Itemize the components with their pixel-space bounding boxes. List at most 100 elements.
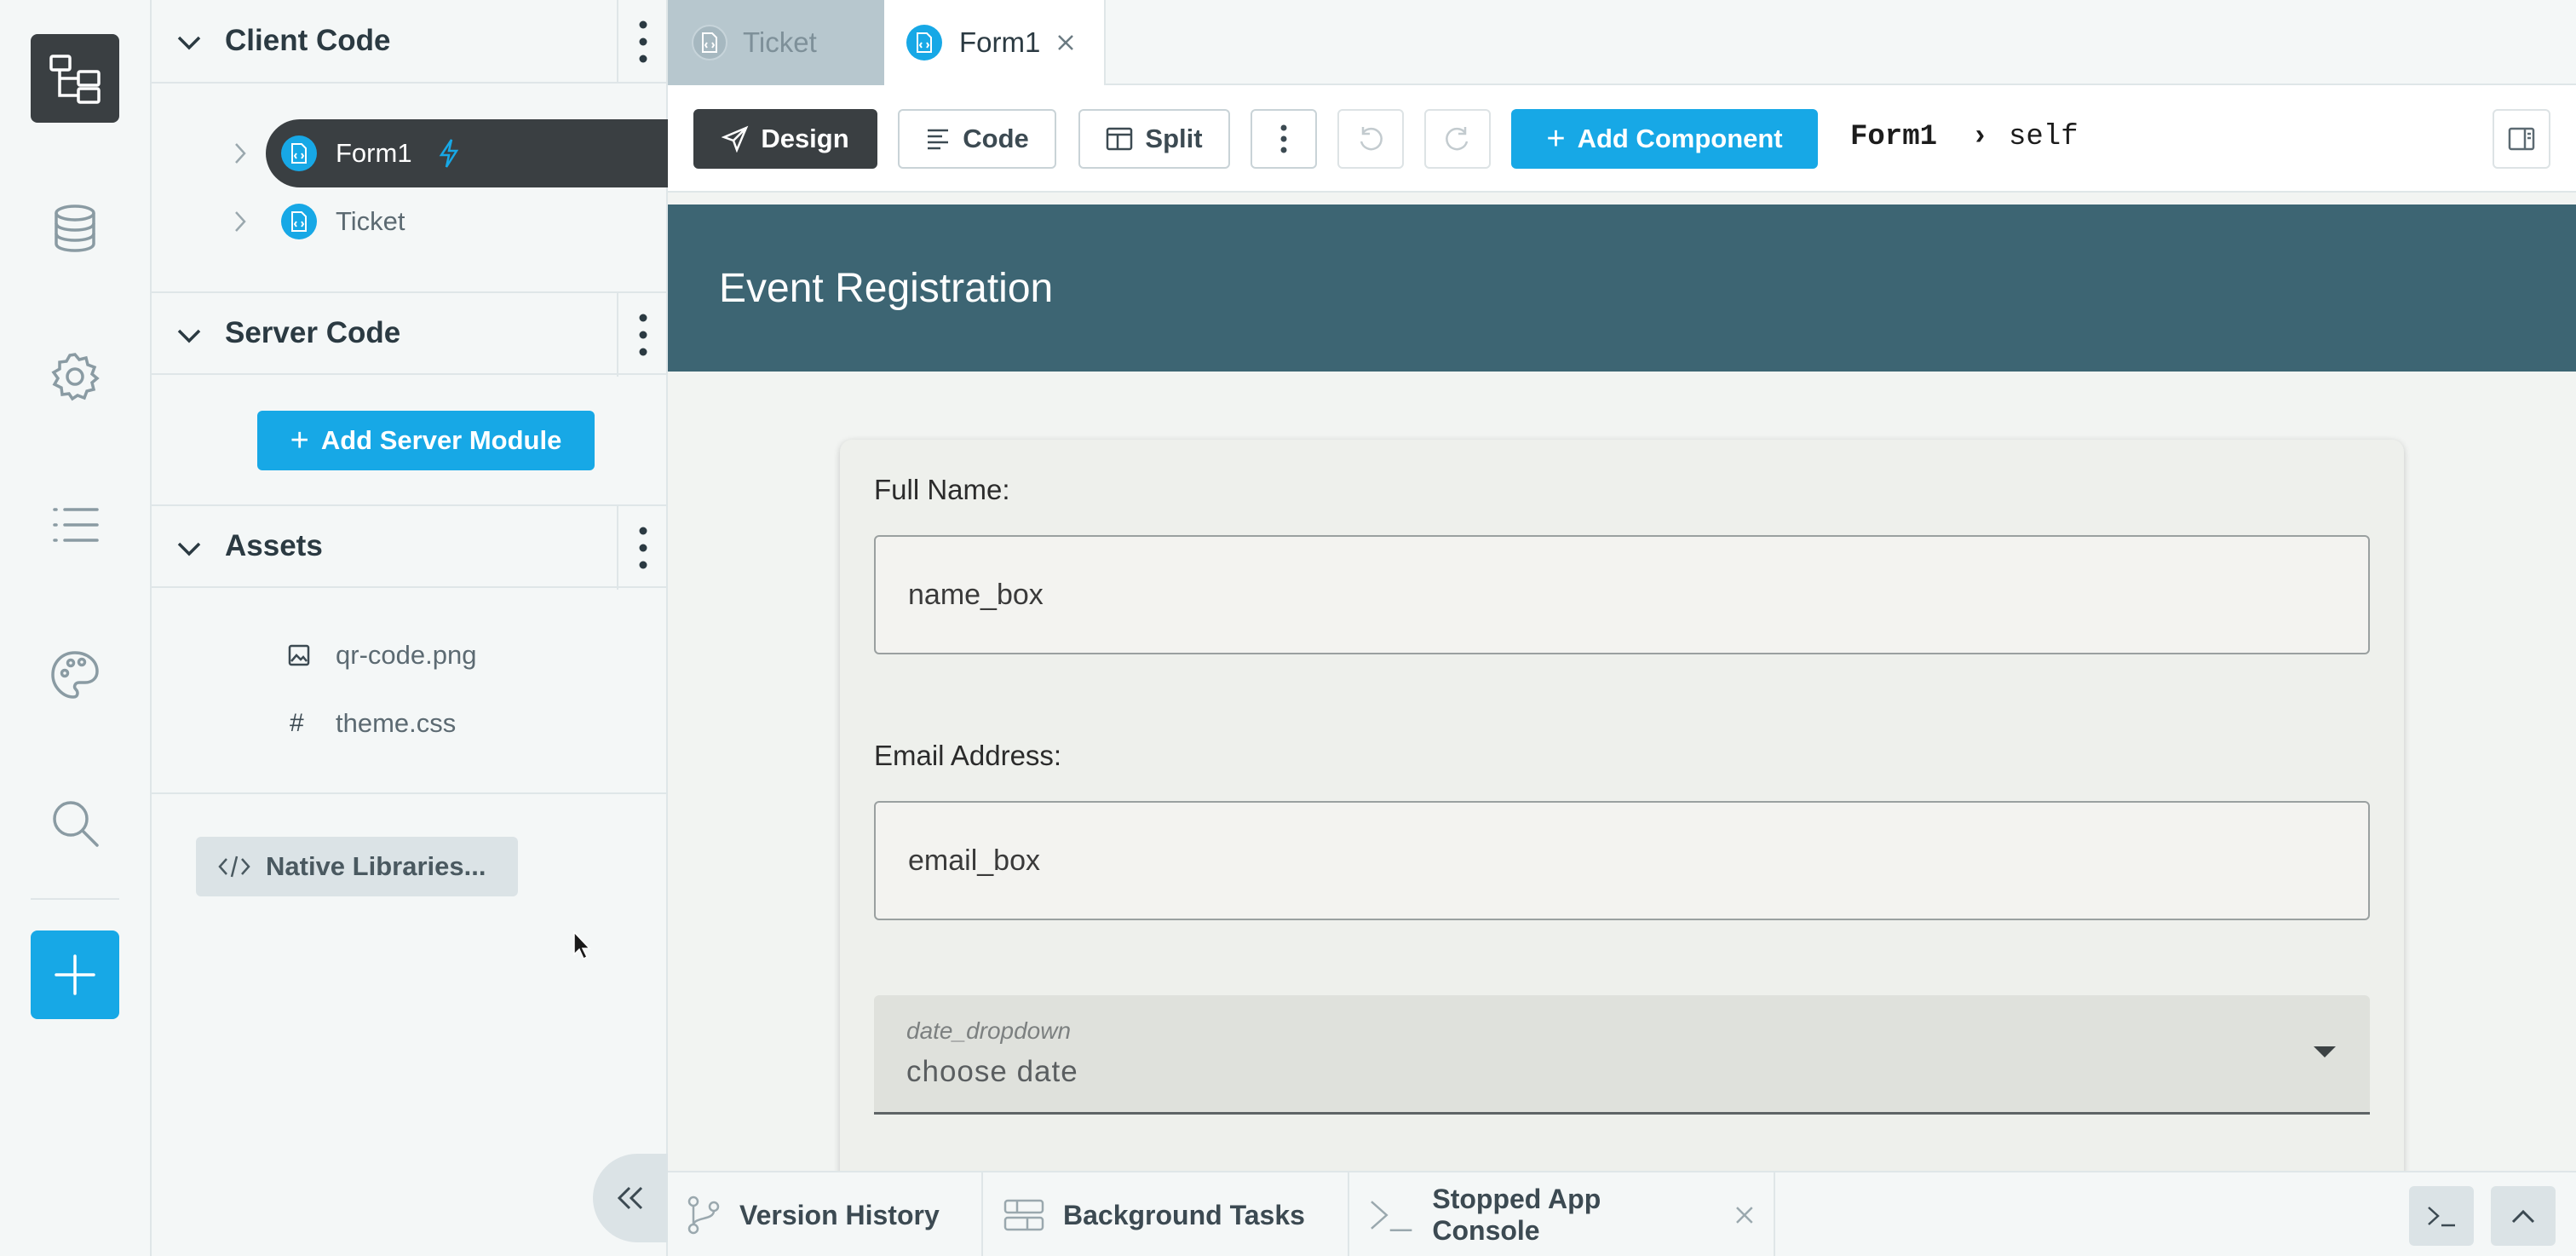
chevron-right-icon (235, 211, 246, 232)
section-title: Server Code (225, 316, 401, 349)
asset-label: qr-code.png (336, 640, 477, 670)
kebab-icon (1280, 124, 1287, 153)
tab-label: Form1 (959, 26, 1041, 58)
code-button[interactable]: Code (898, 109, 1056, 169)
text-box-value: email_box (908, 844, 1040, 877)
chevron-up-icon (2511, 1209, 2535, 1224)
section-divider (152, 792, 668, 794)
background-tasks-tab[interactable]: Background Tasks (983, 1172, 1349, 1256)
image-icon (288, 644, 310, 666)
client-code-menu-button[interactable] (617, 0, 668, 84)
button-label: Native Libraries... (266, 851, 486, 881)
mouse-cursor-icon (573, 930, 591, 960)
full-name-label[interactable]: Full Name: (874, 474, 1010, 506)
version-history-tab[interactable]: Version History (668, 1172, 983, 1256)
editor-toolbar: Design Code Split + Add Component Form1 … (668, 85, 2576, 193)
open-console-button[interactable] (2409, 1186, 2474, 1246)
close-icon[interactable] (1734, 1205, 1755, 1225)
chevron-down-icon (177, 542, 201, 556)
native-libraries-button[interactable]: Native Libraries... (196, 837, 518, 896)
database-icon[interactable] (31, 184, 119, 273)
split-view-icon (1107, 127, 1133, 151)
tree-item-form1[interactable]: Form1 (152, 120, 668, 187)
assets-section-header[interactable]: Assets (152, 504, 668, 590)
name-text-box[interactable]: name_box (874, 535, 2370, 654)
button-label: Design (761, 124, 849, 153)
kebab-icon (639, 314, 647, 356)
palette-icon[interactable] (31, 631, 119, 719)
collapse-panel-button[interactable] (593, 1154, 670, 1242)
form-header[interactable]: Event Registration (668, 205, 2576, 372)
add-component-button[interactable]: + Add Component (1511, 109, 1818, 169)
design-button[interactable]: Design (693, 109, 877, 169)
tab-label: Background Tasks (1063, 1199, 1305, 1230)
form-icon (692, 25, 727, 60)
undo-icon (1360, 127, 1383, 151)
search-icon[interactable] (31, 779, 119, 867)
gear-icon[interactable] (31, 332, 119, 421)
design-canvas: Event Registration Full Name: name_box E… (668, 193, 2576, 1171)
app-window: Client Code Form1 Ticket Server Code + A… (0, 0, 2576, 1256)
split-button[interactable]: Split (1078, 109, 1230, 169)
server-code-menu-button[interactable] (617, 293, 668, 377)
expand-bottom-panel-button[interactable] (2491, 1186, 2556, 1246)
dropdown-label: date_dropdown (906, 1017, 1072, 1044)
tab-label: Stopped App Console (1432, 1184, 1601, 1246)
double-chevron-left-icon (617, 1186, 643, 1210)
assets-menu-button[interactable] (617, 506, 668, 590)
redo-icon (1446, 127, 1469, 151)
toggle-properties-panel-button[interactable] (2493, 109, 2550, 169)
terminal-icon (1371, 1201, 1412, 1232)
plus-icon: + (1546, 121, 1566, 157)
more-options-button[interactable] (1251, 109, 1317, 169)
text-lines-icon (928, 129, 949, 150)
tab-label: Version History (739, 1199, 940, 1230)
email-address-label[interactable]: Email Address: (874, 740, 1061, 772)
button-label: Add Server Module (320, 425, 562, 455)
tab-label: Ticket (743, 26, 817, 58)
tab-ticket[interactable]: Ticket (668, 0, 884, 85)
app-console-tab[interactable]: Stopped App Console (1349, 1172, 1775, 1256)
chevron-right-icon (235, 143, 246, 164)
tab-form1[interactable]: Form1 (884, 0, 1106, 85)
chevron-down-icon (177, 36, 201, 50)
redo-button[interactable] (1424, 109, 1491, 169)
asset-item-qr-code[interactable]: qr-code.png (152, 622, 668, 688)
email-text-box[interactable]: email_box (874, 801, 2370, 920)
add-feature-button[interactable] (31, 930, 119, 1019)
date-dropdown[interactable]: date_dropdown choose date (874, 995, 2370, 1115)
list-icon[interactable] (31, 481, 119, 569)
git-branch-icon (687, 1196, 720, 1235)
app-browser-icon[interactable] (31, 34, 119, 123)
dropdown-arrow-icon (2314, 1046, 2336, 1057)
tree-item-ticket[interactable]: Ticket (152, 188, 668, 255)
form-header-title[interactable]: Event Registration (719, 265, 1053, 312)
client-code-section-header[interactable]: Client Code (152, 0, 668, 84)
hash-icon: # (290, 709, 304, 737)
editor: Ticket Form1 Design Code Split + Add Com… (668, 0, 2576, 1256)
close-icon[interactable] (1056, 33, 1075, 52)
breadcrumb-separator: › (1971, 121, 1989, 153)
form-icon (281, 204, 317, 239)
dropdown-value: choose date (906, 1055, 1078, 1088)
kebab-icon (639, 527, 647, 569)
bottom-bar: Version History Background Tasks Stopped… (668, 1171, 2576, 1256)
app-browser-panel: Client Code Form1 Ticket Server Code + A… (152, 0, 670, 1256)
button-label: Add Component (1577, 124, 1783, 153)
breadcrumb-form[interactable]: Form1 (1850, 121, 1937, 153)
plus-icon (55, 954, 95, 995)
form-card[interactable]: Full Name: name_box Email Address: email… (840, 440, 2404, 1171)
breadcrumb-self[interactable]: self (2009, 121, 2079, 153)
tree-item-label: Form1 (336, 138, 412, 168)
asset-item-theme-css[interactable]: # theme.css (152, 690, 668, 757)
text-box-value: name_box (908, 578, 1044, 611)
form-icon (281, 135, 317, 171)
add-server-module-button[interactable]: + Add Server Module (257, 411, 595, 470)
rail-divider (31, 898, 119, 900)
undo-button[interactable] (1337, 109, 1404, 169)
server-code-section-header[interactable]: Server Code (152, 291, 668, 377)
code-icon (218, 856, 250, 878)
tasks-icon (1003, 1199, 1044, 1231)
form-icon (906, 25, 942, 60)
section-title: Client Code (225, 24, 391, 57)
